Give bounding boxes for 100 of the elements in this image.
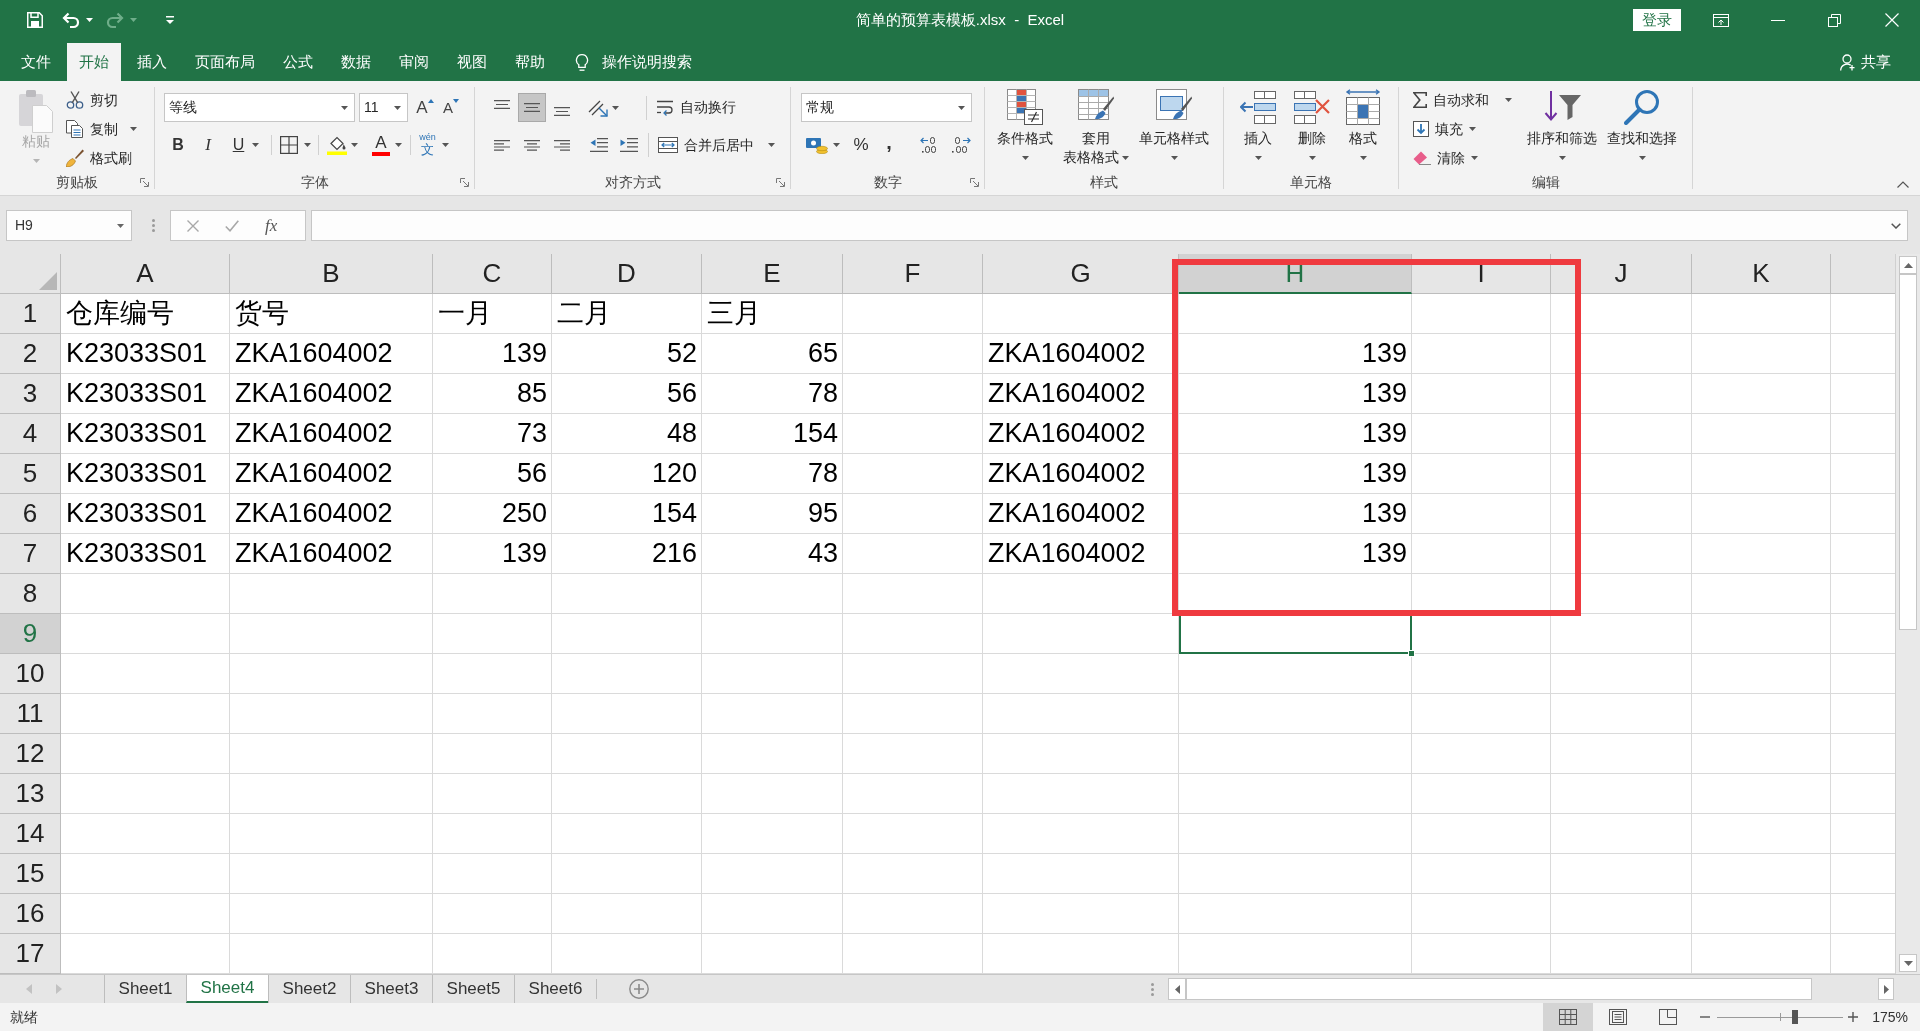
format-as-table-button[interactable]: 套用 表格格式 (1057, 89, 1135, 167)
row-header[interactable]: 10 (0, 654, 61, 694)
dialog-launcher-icon[interactable] (970, 177, 979, 187)
ribbon-tab[interactable]: 文件 (9, 43, 63, 81)
share-button[interactable]: 共享 (1840, 43, 1891, 81)
row-header[interactable]: 5 (0, 454, 61, 494)
add-sheet-icon[interactable] (629, 979, 649, 999)
ribbon-tab[interactable]: 数据 (329, 43, 383, 81)
column-header[interactable]: G (983, 254, 1179, 294)
italic-button[interactable]: I (194, 132, 222, 158)
find-select-button[interactable]: 查找和选择 (1602, 89, 1682, 167)
merge-center-icon (658, 137, 678, 153)
scroll-up-button[interactable] (1899, 256, 1917, 274)
save-icon[interactable] (27, 12, 43, 28)
shrink-font-button[interactable]: A (438, 93, 464, 122)
zoom-level-text[interactable]: 175% (1872, 1006, 1908, 1028)
formula-input-field[interactable] (311, 210, 1908, 241)
ribbon-tab[interactable]: 页面布局 (183, 43, 267, 81)
row-header[interactable]: 2 (0, 334, 61, 374)
percent-button[interactable]: % (848, 132, 874, 158)
column-header[interactable]: B (230, 254, 433, 294)
row-header[interactable]: 9 (0, 614, 61, 654)
collapse-ribbon-icon[interactable] (1897, 181, 1909, 188)
customize-icon[interactable] (166, 16, 174, 24)
row-header[interactable]: 6 (0, 494, 61, 534)
zoom-in-icon[interactable] (1848, 1012, 1859, 1022)
ribbon-tab[interactable]: 开始 (67, 43, 121, 81)
normal-view-button[interactable] (1543, 1003, 1594, 1031)
scroll-right-button[interactable] (1878, 978, 1894, 1000)
phonetic-button[interactable]: wén 文 (414, 132, 454, 158)
merge-center-button[interactable]: 合并后居中 (655, 132, 778, 158)
clear-button[interactable]: 清除 (1410, 145, 1522, 171)
tell-me-field[interactable]: 操作说明搜索 (602, 50, 712, 74)
row-header[interactable]: 15 (0, 854, 61, 894)
caret-icon[interactable] (86, 18, 93, 22)
name-box[interactable]: H9 (6, 210, 132, 241)
selected-cell[interactable] (1179, 614, 1412, 654)
expand-icon[interactable] (1891, 222, 1901, 229)
column-header[interactable]: D (552, 254, 702, 294)
row-header[interactable]: 16 (0, 894, 61, 934)
row-header[interactable]: 11 (0, 694, 61, 734)
grip-icon[interactable] (152, 219, 155, 232)
undo-icon[interactable] (62, 11, 80, 29)
row-header[interactable]: 4 (0, 414, 61, 454)
cut-button[interactable]: 剪切 (63, 87, 140, 113)
ribbon-tab[interactable]: 公式 (271, 43, 325, 81)
column-header[interactable]: A (61, 254, 230, 294)
underline-button[interactable]: U (224, 132, 268, 158)
font-color-button[interactable]: A (367, 132, 407, 158)
slider-thumb[interactable] (1792, 1010, 1799, 1024)
align-middle-button[interactable] (518, 93, 546, 122)
scroll-left-button[interactable] (1168, 978, 1186, 1000)
wrap-text-button[interactable]: 自动换行 (653, 94, 739, 121)
bold-button[interactable]: B (164, 132, 192, 158)
cell-styles-button[interactable]: 单元格样式 (1135, 89, 1213, 167)
fill-handle[interactable] (1408, 650, 1415, 657)
row-header[interactable]: 17 (0, 934, 61, 974)
column-header[interactable]: E (702, 254, 843, 294)
zoom-slider[interactable] (1717, 1009, 1844, 1025)
delete-cells-button[interactable]: 删除 (1285, 89, 1339, 167)
triangle-up-icon (427, 99, 434, 103)
column-header[interactable]: C (433, 254, 552, 294)
row-header[interactable]: 1 (0, 294, 61, 334)
column-header[interactable]: K (1692, 254, 1831, 294)
sheet-tab[interactable]: Sheet4 (186, 975, 268, 1003)
insert-cells-button[interactable]: 插入 (1236, 89, 1280, 167)
insert-function-button[interactable]: fx (265, 215, 278, 236)
scroll-down-button[interactable] (1899, 954, 1917, 972)
dialog-launcher-icon[interactable] (140, 177, 149, 187)
grow-font-button[interactable]: A (412, 93, 438, 122)
font-name-field[interactable]: 等线 (164, 93, 355, 122)
ribbon-tab[interactable]: 审阅 (387, 43, 441, 81)
row-header[interactable]: 14 (0, 814, 61, 854)
column-header[interactable]: F (843, 254, 983, 294)
fill-button[interactable]: 填充 (1410, 116, 1522, 142)
ribbon-tab[interactable]: 插入 (125, 43, 179, 81)
row-header[interactable]: 8 (0, 574, 61, 614)
autosum-button[interactable]: 自动求和 (1410, 87, 1522, 113)
row-header[interactable]: 13 (0, 774, 61, 814)
row-header[interactable]: 3 (0, 374, 61, 414)
ribbon-tab[interactable]: 视图 (445, 43, 499, 81)
sign-in-button[interactable]: 登录 (1633, 9, 1681, 31)
sort-filter-button[interactable]: 排序和筛选 (1522, 89, 1602, 167)
row-header[interactable]: 12 (0, 734, 61, 774)
check-icon[interactable] (225, 219, 239, 232)
scrollbar-thumb[interactable] (1899, 274, 1917, 630)
dialog-launcher-icon[interactable] (776, 177, 785, 187)
comma-style-button[interactable]: , (876, 132, 902, 158)
scrollbar-thumb[interactable] (1186, 978, 1812, 1000)
conditional-formatting-button[interactable]: 条件格式 (993, 89, 1057, 167)
row-header[interactable]: 7 (0, 534, 61, 574)
column-header[interactable]: J (1551, 254, 1692, 294)
dialog-launcher-icon[interactable] (460, 177, 469, 187)
number-format-field[interactable]: 常规 (801, 93, 972, 122)
copy-button[interactable]: 复制 (63, 116, 140, 142)
grip-icon[interactable] (1151, 982, 1154, 996)
font-size-field[interactable]: 11 (359, 93, 408, 122)
format-painter-button[interactable]: 格式刷 (63, 145, 140, 171)
format-cells-button[interactable]: 格式 (1341, 89, 1385, 167)
ribbon-tab[interactable]: 帮助 (503, 43, 557, 81)
